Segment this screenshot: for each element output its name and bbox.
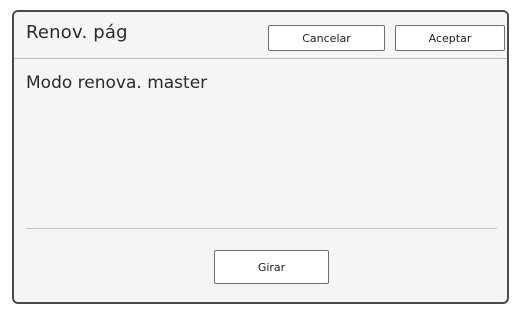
rotate-button[interactable]: Girar	[214, 250, 329, 284]
dialog-header: Renov. pág Cancelar Aceptar	[14, 12, 507, 59]
screen: Renov. pág Cancelar Aceptar Modo renova.…	[0, 0, 524, 315]
divider	[26, 228, 497, 229]
dialog-title: Renov. pág	[26, 22, 128, 43]
accept-button[interactable]: Aceptar	[395, 25, 505, 51]
cancel-button[interactable]: Cancelar	[268, 25, 385, 51]
page-renew-dialog: Renov. pág Cancelar Aceptar Modo renova.…	[12, 10, 509, 304]
mode-message: Modo renova. master	[26, 73, 208, 93]
